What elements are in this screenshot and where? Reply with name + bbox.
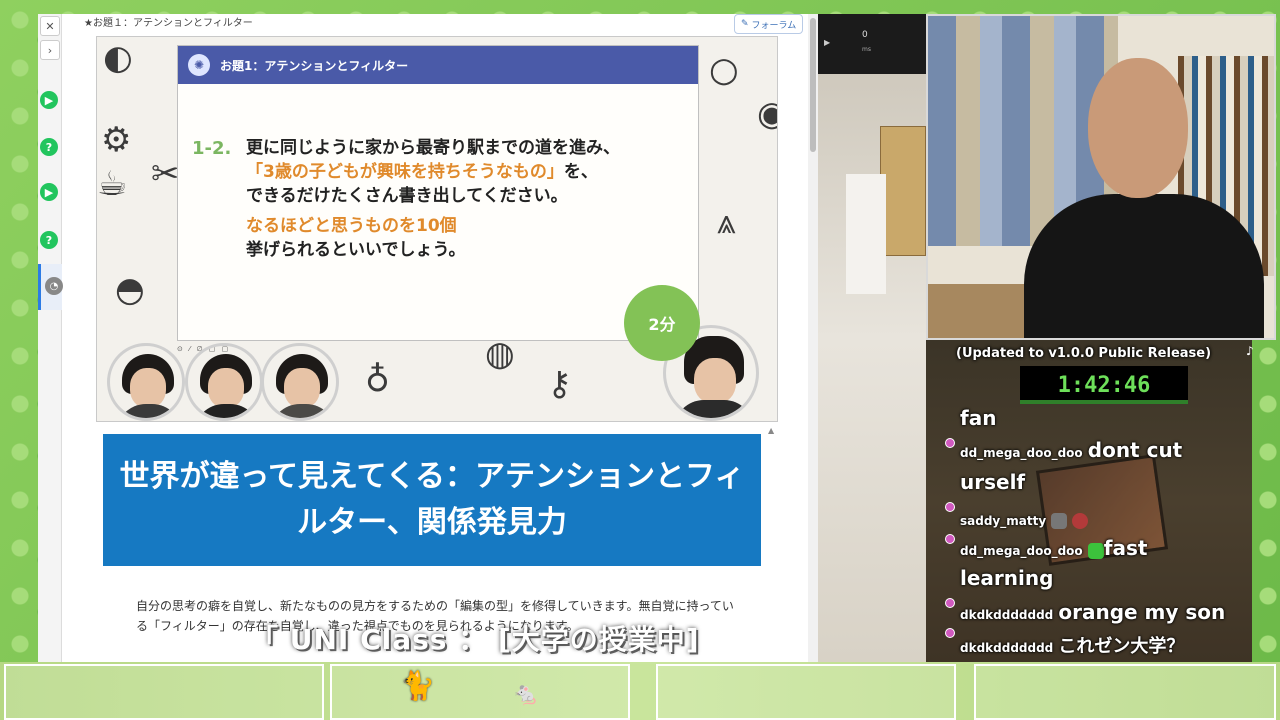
- emote-icon: [1072, 512, 1089, 529]
- scrollbar-thumb[interactable]: [810, 18, 816, 152]
- chevron-right-icon[interactable]: ›: [40, 40, 60, 60]
- chat-badge: [945, 438, 955, 448]
- chat-badge: [945, 534, 955, 544]
- ring-icon: ○: [709, 50, 739, 90]
- chat-username: saddy_matty: [960, 514, 1047, 528]
- wall-board: [880, 126, 926, 256]
- lightbulb-icon: ✺: [188, 54, 210, 76]
- question-card: ✺ お題1：アテンションとフィルター 1-2. 更に同じように家から最寄り駅まで…: [177, 45, 699, 341]
- chat-message: dd_mega_doo_doo fast: [960, 536, 1148, 560]
- stream-caption: 「 UNI Class ： [大学の授業中]: [250, 623, 700, 656]
- section-banner: 世界が違って見えてくる：アテンションとフィルター、関係発見力: [103, 434, 761, 566]
- bell-icon: ◐: [103, 38, 133, 78]
- participant-avatar: [185, 343, 263, 421]
- wall-paper: [846, 174, 886, 294]
- play-icon: ▶: [824, 38, 831, 47]
- split-slot: [4, 664, 324, 720]
- page-title: ★お題１：アテンションとフィルター: [84, 18, 253, 29]
- question-icon[interactable]: ?: [40, 138, 58, 156]
- loading-icon: ◔: [45, 277, 63, 295]
- question-number: 1-2.: [192, 138, 232, 159]
- timer-badge: 2分: [624, 285, 700, 361]
- counter-value: 0: [862, 30, 868, 40]
- participant-avatar: [261, 343, 339, 421]
- forum-button-label: フォーラム: [751, 20, 797, 31]
- play-icon[interactable]: ▶: [40, 91, 58, 109]
- streamer-body: [1024, 194, 1264, 338]
- browser-window: ✕ › ▶ ? ▶ ? ◔ ★お題１：アテンションとフィルター ✎ フォーラム …: [38, 14, 818, 662]
- speedrun-timer: 1:42:46: [1020, 366, 1188, 404]
- question-line-2: 「3歳の子どもが興味を持ちそうなもの」を、: [246, 160, 686, 184]
- cat-sprite-icon: 🐈: [400, 669, 435, 702]
- mini-panel: ▶ 0 ms: [818, 14, 926, 74]
- emote-icon: [1087, 542, 1104, 559]
- gear-icon: ⚙: [101, 120, 132, 160]
- play-icon[interactable]: ▶: [40, 183, 58, 201]
- chat-message: fan: [960, 406, 997, 430]
- counter-unit: ms: [862, 46, 871, 53]
- money-bag-icon: ♁: [365, 360, 390, 400]
- question-highlight: 「3歳の子どもが興味を持ちそうなもの」: [246, 162, 564, 182]
- scissors-icon: ✂: [151, 154, 180, 194]
- chat-message: saddy_matty: [960, 510, 1089, 529]
- bell-icon: ◍: [485, 334, 515, 374]
- triangles-icon: ⩓: [717, 202, 737, 242]
- question-card-title: お題1：アテンションとフィルター: [220, 58, 409, 73]
- question-line-1: 更に同じように家から最寄り駅までの道を進み、: [246, 138, 620, 158]
- chat-username: dkdkddddddd: [960, 641, 1054, 655]
- desk: [928, 284, 1038, 338]
- streamer-head: [1088, 58, 1188, 198]
- room-view: ▶ 0 ms: [818, 14, 926, 662]
- question-icon[interactable]: ?: [40, 231, 58, 249]
- timer-progress: [1020, 400, 1188, 404]
- chat-message: dd_mega_doo_doo dont cut: [960, 438, 1183, 462]
- question-line-3: できるだけたくさん書き出してください。: [246, 186, 568, 206]
- chat-message: learning: [960, 566, 1054, 590]
- split-slot: [974, 664, 1276, 720]
- chat-message: dkdkddddddd orange my son: [960, 600, 1226, 624]
- lecture-slide: ◐ ⚙ ☕ ✂ ◓ ○ ◉ ⩓ ◍ ⚷ ♁ ✺ お題1：アテンションとフィルター…: [96, 36, 778, 422]
- close-icon[interactable]: ✕: [40, 16, 60, 36]
- chat-message: dkdkddddddd これゼン大学？: [960, 636, 1185, 657]
- chat-username: dkdkddddddd: [960, 608, 1054, 622]
- dome-icon: ◓: [115, 270, 145, 310]
- question-line-2-rest: を、: [563, 162, 598, 182]
- question-sub-highlight: なるほどと思うものを10個: [246, 216, 457, 236]
- question-subtext: なるほどと思うものを10個 挙げられるといいでしょう。: [246, 214, 465, 262]
- key-icon: ⚷: [547, 364, 572, 404]
- question-card-header: ✺ お題1：アテンションとフィルター: [178, 46, 698, 84]
- side-rail: ✕ › ▶ ? ▶ ? ◔: [38, 14, 63, 662]
- emote-icon: [1051, 512, 1068, 529]
- streamer-webcam: [926, 14, 1276, 340]
- question-sub-rest: 挙げられるといいでしょう。: [246, 240, 466, 260]
- forum-icon: ✎: [741, 19, 749, 29]
- version-label: (Updated to v1.0.0 Public Release): [956, 346, 1212, 361]
- rail-item-current[interactable]: ◔: [38, 264, 63, 310]
- chat-username: dd_mega_doo_doo: [960, 446, 1083, 460]
- chat-badge: [945, 598, 955, 608]
- music-note-icon: ♪: [1246, 344, 1254, 358]
- split-slot: [330, 664, 630, 720]
- scrollbar[interactable]: [808, 14, 818, 662]
- chat-username: dd_mega_doo_doo: [960, 544, 1083, 558]
- tire-icon: ◉: [757, 97, 777, 131]
- chat-badge: [945, 628, 955, 638]
- participant-avatar: [107, 343, 185, 421]
- collapse-icon[interactable]: ▲: [768, 426, 774, 435]
- chat-badge: [945, 502, 955, 512]
- teapot-icon: ☕: [97, 164, 128, 204]
- chat-message: urself: [960, 470, 1026, 494]
- forum-button[interactable]: ✎ フォーラム: [734, 14, 804, 34]
- mouse-sprite-icon: 🐁: [512, 682, 540, 707]
- split-slot: [656, 664, 956, 720]
- question-text: 更に同じように家から最寄り駅までの道を進み、 「3歳の子どもが興味を持ちそうなも…: [246, 136, 686, 208]
